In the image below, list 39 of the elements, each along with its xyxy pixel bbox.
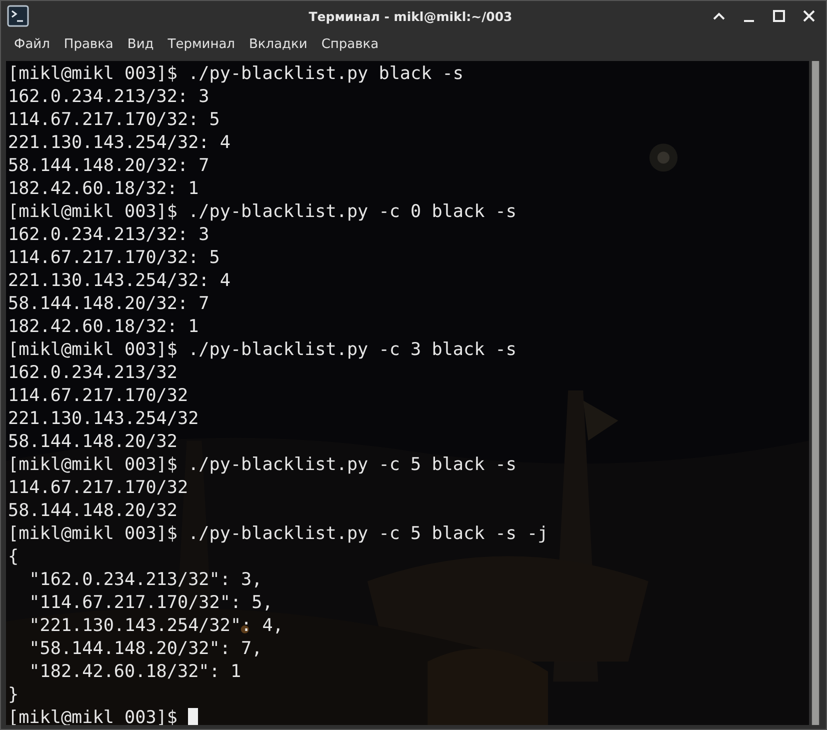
terminal-line: "182.42.60.18/32": 1 bbox=[28, 662, 242, 682]
terminal-line: 162.0.234.213/32 bbox=[8, 362, 178, 382]
terminal-line: [mikl@mikl 003]$ ./py-blacklist.py black -s bbox=[8, 64, 464, 84]
terminal-line: 58.144.148.20/32: 7 bbox=[8, 156, 210, 176]
terminal-line: 58.144.148.20/32: 7 bbox=[8, 294, 210, 314]
menu-item[interactable]: Справка bbox=[314, 35, 386, 54]
menu-item[interactable]: Терминал bbox=[160, 35, 242, 54]
terminal-line: 114.67.217.170/32: 5 bbox=[8, 110, 220, 130]
terminal-line: } bbox=[8, 684, 19, 704]
terminal-line: 162.0.234.213/32: 3 bbox=[8, 86, 210, 106]
terminal-line: [mikl@mikl 003]$ ./py-blacklist.py -c 3 black -s bbox=[8, 340, 516, 360]
close-button[interactable] bbox=[802, 9, 816, 23]
terminal-line: 182.42.60.18/32: 1 bbox=[8, 316, 199, 336]
terminal-line: 114.67.217.170/32: 5 bbox=[8, 248, 220, 268]
terminal-line: 58.144.148.20/32 bbox=[8, 500, 178, 520]
terminal-line: 221.130.143.254/32: 4 bbox=[8, 270, 230, 290]
terminal-line: [mikl@mikl 003]$ ./py-blacklist.py -c 5 black -s bbox=[8, 454, 516, 474]
menu-item[interactable]: Файл bbox=[7, 35, 57, 54]
terminal-line: 58.144.148.20/32 bbox=[8, 432, 178, 452]
menu-item[interactable]: Вкладки bbox=[242, 35, 314, 54]
terminal-line: "221.130.143.254/32": 4, bbox=[28, 616, 284, 636]
terminal-line: 114.67.217.170/32 bbox=[8, 478, 188, 498]
terminal-line: 162.0.234.213/32: 3 bbox=[8, 224, 210, 244]
terminal-line: [mikl@mikl 003]$ ./py-blacklist.py -c 0 black -s bbox=[8, 202, 516, 222]
terminal-line: 221.130.143.254/32 bbox=[8, 408, 199, 428]
terminal-line: "58.144.148.20/32": 7, bbox=[28, 638, 262, 658]
terminal-line: 182.42.60.18/32: 1 bbox=[8, 178, 199, 198]
terminal-line: [mikl@mikl 003]$ ./py-blacklist.py -c 5 black -s -j bbox=[8, 524, 548, 544]
menu-item[interactable]: Вид bbox=[120, 35, 161, 54]
maximize-button[interactable] bbox=[772, 9, 786, 23]
window-title: Терминал - mikl@mikl:~/003 bbox=[308, 8, 514, 24]
terminal-line: "162.0.234.213/32": 3, bbox=[28, 570, 262, 590]
terminal-icon bbox=[7, 5, 29, 27]
menu-item[interactable]: Правка bbox=[56, 35, 120, 54]
terminal-line: { bbox=[8, 546, 19, 566]
terminal-line: "114.67.217.170/32": 5, bbox=[28, 592, 273, 612]
terminal-line: 114.67.217.170/32 bbox=[8, 386, 188, 406]
terminal-line: [mikl@mikl 003]$ bbox=[8, 708, 178, 725]
terminal-line: 221.130.143.254/32: 4 bbox=[8, 132, 230, 152]
